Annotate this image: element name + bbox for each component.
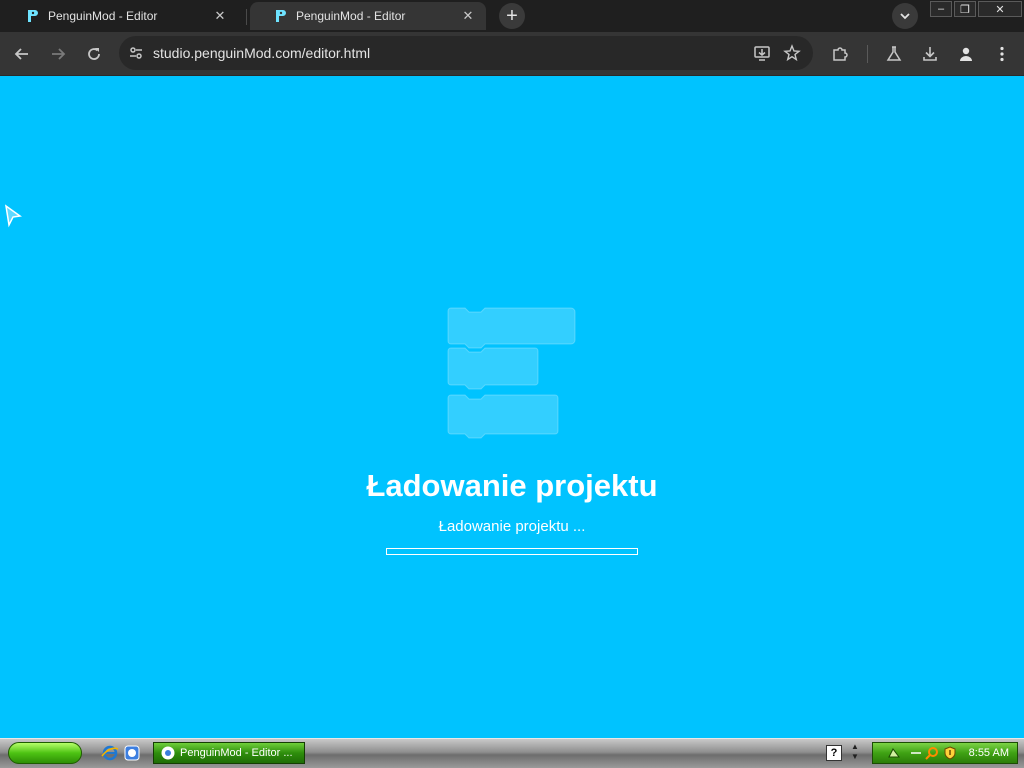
- security-shield-icon[interactable]: [943, 746, 957, 760]
- close-window-button[interactable]: ✕: [978, 1, 1022, 17]
- kebab-menu-icon: [1000, 46, 1004, 62]
- network-icon[interactable]: [887, 746, 901, 760]
- back-button[interactable]: [10, 42, 34, 66]
- install-app-icon: [754, 46, 770, 61]
- tab-title: PenguinMod - Editor: [296, 9, 406, 23]
- star-icon: [783, 44, 801, 62]
- tab-strip: PenguinMod - Editor ✕ PenguinMod - Edito…: [0, 0, 1024, 32]
- tab-penguinmod-editor-2[interactable]: PenguinMod - Editor ✕: [250, 2, 486, 30]
- chevron-down-icon: [900, 13, 910, 20]
- tune-icon: [130, 47, 142, 59]
- loading-progress-bar: [386, 548, 638, 555]
- editor-loading-screen: Ładowanie projektu Ładowanie projektu ..…: [0, 76, 1024, 738]
- profile-button[interactable]: [954, 42, 978, 66]
- browser-app-icon: [161, 746, 175, 760]
- search-tray-icon[interactable]: [925, 746, 939, 760]
- start-button[interactable]: [8, 742, 82, 764]
- tab-penguinmod-editor-1[interactable]: PenguinMod - Editor ✕: [2, 2, 238, 30]
- tab-close-button[interactable]: ✕: [458, 6, 478, 26]
- mouse-cursor-icon: [4, 204, 22, 228]
- reload-button[interactable]: [82, 42, 106, 66]
- arrow-left-icon: [14, 48, 28, 60]
- code-blocks-loading-icon: [447, 307, 576, 439]
- window-controls: – ❐ ✕: [928, 1, 1022, 19]
- address-bar[interactable]: studio.penguinMod.com/editor.html: [119, 36, 813, 70]
- taskbar-item-label: PenguinMod - Editor ...: [180, 747, 293, 759]
- toolbar-divider: [867, 45, 868, 63]
- labs-button[interactable]: [882, 42, 906, 66]
- extensions-button[interactable]: [828, 42, 852, 66]
- loading-subtitle: Ładowanie projektu ...: [438, 518, 586, 535]
- person-icon: [960, 47, 972, 61]
- show-desktop-icon[interactable]: [123, 744, 141, 762]
- minimize-button[interactable]: –: [930, 1, 952, 17]
- puzzle-icon: [833, 47, 848, 61]
- clock: 8:55 AM: [968, 747, 1009, 759]
- system-tray: 8:55 AM: [872, 742, 1018, 764]
- download-icon: [923, 47, 937, 61]
- tab-close-button[interactable]: ✕: [210, 6, 230, 26]
- new-tab-button[interactable]: +: [499, 3, 525, 29]
- bookmark-button[interactable]: [777, 38, 807, 68]
- flask-icon: [886, 46, 902, 61]
- tab-search-button[interactable]: [892, 3, 918, 29]
- browser-toolbar: studio.penguinMod.com/editor.html: [0, 32, 1024, 76]
- site-info-button[interactable]: [121, 38, 151, 68]
- help-icon: ?: [830, 747, 838, 759]
- url-text[interactable]: studio.penguinMod.com/editor.html: [153, 45, 747, 61]
- taskbar-scroll-arrows[interactable]: ▲ ▼: [849, 742, 861, 764]
- install-app-button[interactable]: [747, 38, 777, 68]
- browser-menu-button[interactable]: [990, 42, 1014, 66]
- volume-icon[interactable]: [909, 746, 923, 760]
- reload-icon: [88, 48, 100, 60]
- tab-divider: [246, 9, 247, 25]
- internet-explorer-icon[interactable]: [101, 744, 119, 762]
- restore-button[interactable]: ❐: [954, 1, 976, 17]
- downloads-button[interactable]: [918, 42, 942, 66]
- arrow-right-icon: [52, 48, 66, 60]
- taskbar-item-penguinmod[interactable]: PenguinMod - Editor ...: [153, 742, 305, 764]
- help-button[interactable]: ?: [826, 745, 842, 761]
- loading-title: Ładowanie projektu: [366, 468, 658, 503]
- taskbar: PenguinMod - Editor ... ? ▲ ▼ 8:55 AM: [0, 738, 1024, 768]
- penguinmod-favicon-icon: [28, 10, 38, 22]
- forward-button[interactable]: [46, 42, 70, 66]
- tab-title: PenguinMod - Editor: [48, 9, 158, 23]
- penguinmod-favicon-icon: [276, 10, 286, 22]
